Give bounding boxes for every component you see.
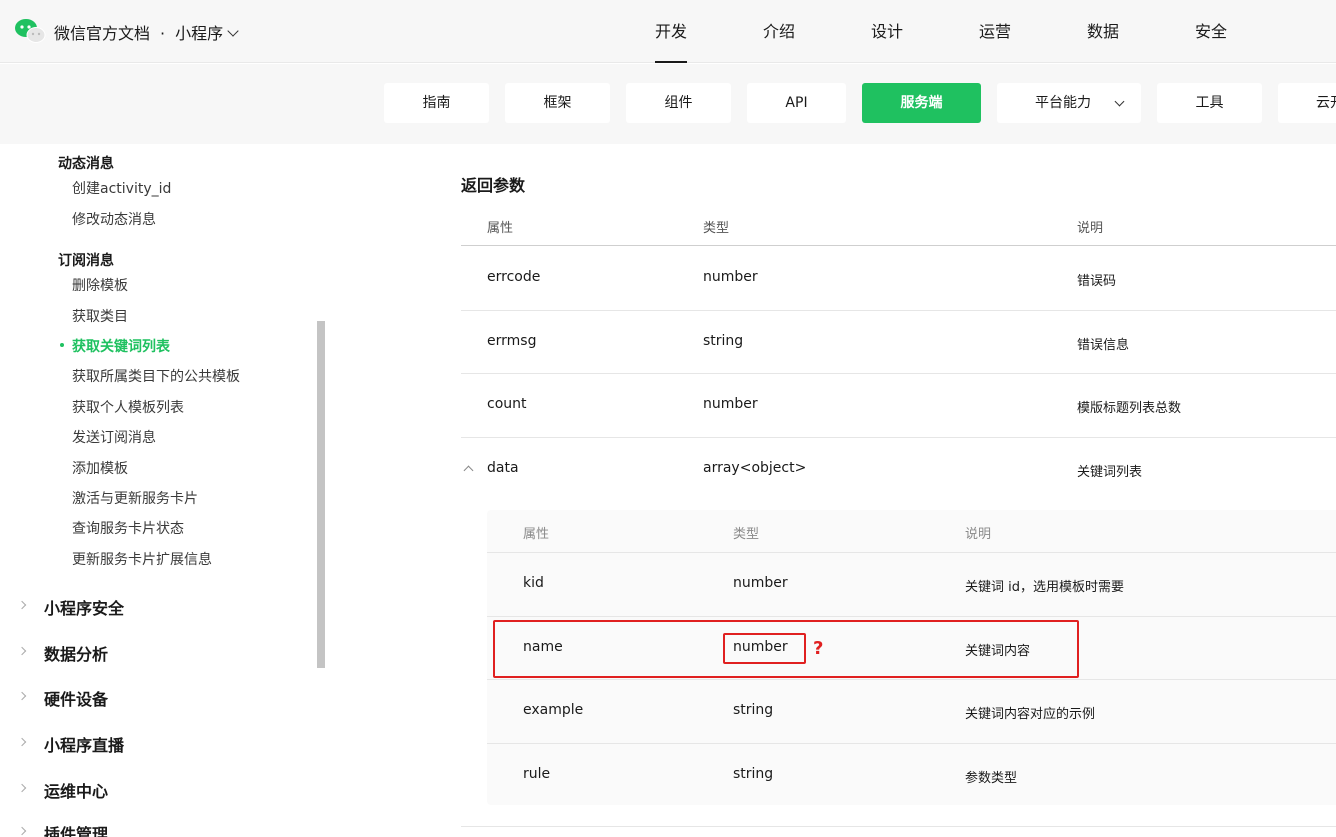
table-header-divider [461, 245, 1336, 246]
table-cell-type: array<object> [703, 460, 807, 476]
subnav-tools[interactable]: 工具 [1157, 83, 1262, 123]
subnav-cloud[interactable]: 云开 [1278, 83, 1336, 123]
top-nav-item-security[interactable]: 安全 [1157, 0, 1265, 63]
sidebar: 动态消息 创建activity_id 修改动态消息 订阅消息 删除模板 获取类目… [0, 144, 318, 837]
table-cell-type: string [703, 333, 744, 349]
top-nav-item-data[interactable]: 数据 [1049, 0, 1157, 63]
brand-title[interactable]: 微信官方文档 [54, 24, 150, 43]
nested-cell-type: string [733, 702, 774, 718]
sidebar-item-active[interactable]: 获取关键词列表 [72, 336, 170, 356]
subnav-server[interactable]: 服务端 [862, 83, 981, 123]
subnav-framework[interactable]: 框架 [505, 83, 610, 123]
nested-cell-attr: example [523, 702, 584, 718]
subnav-api[interactable]: API [747, 83, 846, 123]
table-cell-desc: 错误信息 [1077, 338, 1130, 353]
chevron-down-icon[interactable] [227, 25, 239, 37]
subnav-platform[interactable]: 平台能力 [997, 83, 1141, 123]
subnav-components[interactable]: 组件 [626, 83, 731, 123]
sidebar-item[interactable]: 添加模板 [72, 458, 128, 478]
table-cell-attr: errmsg [487, 333, 537, 349]
subnav-platform-label: 平台能力 [1035, 95, 1091, 111]
sidebar-group-title: 订阅消息 [58, 253, 114, 269]
sidebar-item[interactable]: 获取个人模板列表 [72, 397, 184, 417]
chevron-right-icon[interactable] [17, 691, 27, 701]
row-divider [487, 743, 1336, 744]
nested-cell-attr: kid [523, 575, 544, 591]
sidebar-section[interactable]: 小程序安全 [44, 595, 124, 619]
top-header: 微信官方文档 · 小程序 开发 介绍 设计 运营 数据 安全 [0, 0, 1336, 63]
chevron-right-icon[interactable] [17, 646, 27, 656]
chevron-down-icon [1114, 96, 1125, 107]
table-cell-type: number [703, 269, 758, 285]
table-cell-attr: errcode [487, 269, 541, 285]
top-nav-item-dev[interactable]: 开发 [617, 0, 725, 63]
sidebar-section[interactable]: 小程序直播 [44, 732, 124, 756]
chevron-right-icon[interactable] [17, 600, 27, 610]
table-cell-desc: 模版标题列表总数 [1077, 401, 1182, 416]
sidebar-group-title: 动态消息 [58, 156, 114, 172]
top-nav-item-intro[interactable]: 介绍 [725, 0, 833, 63]
nested-cell-attr: rule [523, 766, 551, 782]
column-header-type: 类型 [703, 221, 730, 236]
row-divider [461, 437, 1336, 438]
table-cell-attr: count [487, 396, 527, 412]
row-divider [487, 552, 1336, 553]
section-switcher[interactable]: 小程序 [175, 24, 223, 43]
active-bullet-icon [60, 343, 64, 347]
sidebar-scrollbar[interactable] [317, 321, 325, 668]
sidebar-section[interactable]: 插件管理 [44, 821, 108, 837]
top-nav-item-design[interactable]: 设计 [833, 0, 941, 63]
brand-separator: · [160, 24, 166, 43]
sub-nav: 指南 框架 组件 API 服务端 平台能力 工具 云开 [0, 64, 1336, 144]
nested-cell-type: number [733, 575, 788, 591]
table-bottom-divider [461, 826, 1336, 827]
annotation-type-highlight [723, 633, 806, 664]
annotation-question-mark: ? [813, 638, 824, 659]
chevron-right-icon[interactable] [17, 737, 27, 747]
nested-cell-desc: 关键词内容对应的示例 [965, 707, 1096, 722]
chevron-right-icon[interactable] [17, 826, 27, 836]
sidebar-item[interactable]: 激活与更新服务卡片 [72, 488, 198, 508]
collapse-caret-icon[interactable] [463, 465, 474, 476]
sidebar-item[interactable]: 发送订阅消息 [72, 427, 156, 447]
sidebar-item[interactable]: 查询服务卡片状态 [72, 518, 184, 538]
subnav-guide[interactable]: 指南 [384, 83, 489, 123]
nested-cell-desc: 参数类型 [965, 771, 1018, 786]
table-cell-type: number [703, 396, 758, 412]
nested-header-attr: 属性 [523, 527, 550, 542]
sidebar-item[interactable]: 获取所属类目下的公共模板 [72, 366, 240, 386]
wechat-logo-icon[interactable] [14, 18, 46, 44]
nested-header-type: 类型 [733, 527, 760, 542]
row-divider [461, 310, 1336, 311]
column-header-desc: 说明 [1077, 221, 1104, 236]
sidebar-item[interactable]: 更新服务卡片扩展信息 [72, 549, 212, 569]
column-header-attr: 属性 [487, 221, 514, 236]
sidebar-section[interactable]: 数据分析 [44, 641, 108, 665]
sidebar-item[interactable]: 修改动态消息 [72, 209, 156, 229]
sidebar-item[interactable]: 获取类目 [72, 306, 128, 326]
nested-header-desc: 说明 [965, 527, 992, 542]
nested-cell-type: string [733, 766, 774, 782]
brand[interactable]: 微信官方文档 · 小程序 [54, 20, 239, 44]
top-nav: 开发 介绍 设计 运营 数据 安全 [617, 0, 1265, 63]
table-cell-desc: 错误码 [1077, 274, 1117, 289]
row-divider [487, 679, 1336, 680]
sidebar-item[interactable]: 创建activity_id [72, 178, 171, 198]
sidebar-section[interactable]: 运维中心 [44, 778, 108, 802]
chevron-right-icon[interactable] [17, 783, 27, 793]
top-nav-item-operation[interactable]: 运营 [941, 0, 1049, 63]
row-divider [461, 373, 1336, 374]
table-cell-attr[interactable]: data [487, 460, 519, 476]
sidebar-section[interactable]: 硬件设备 [44, 686, 108, 710]
nested-cell-desc: 关键词 id，选用模板时需要 [965, 580, 1124, 595]
table-cell-desc: 关键词列表 [1077, 465, 1143, 480]
section-title: 返回参数 [461, 176, 526, 195]
row-divider [487, 616, 1336, 617]
sidebar-item[interactable]: 删除模板 [72, 275, 128, 295]
